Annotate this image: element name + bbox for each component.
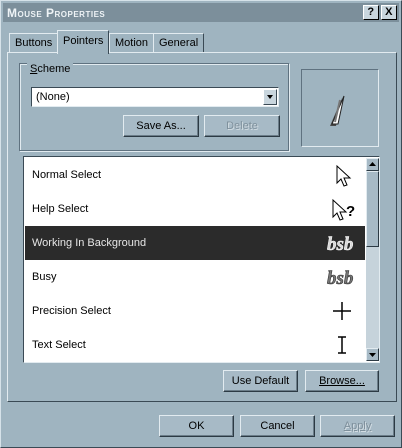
tab-pointers[interactable]: Pointers	[57, 30, 110, 54]
crosshair-cursor-icon	[333, 302, 351, 320]
tab-motion[interactable]: Motion	[109, 33, 155, 53]
tab-buttons[interactable]: Buttons	[9, 33, 59, 53]
help-cursor-icon: ?	[332, 198, 355, 221]
working-in-background-cursor-icon	[330, 95, 345, 126]
svg-text:bsb: bsb	[327, 268, 353, 289]
cursor-preview	[301, 69, 379, 147]
title-bar[interactable]: Mouse Properties ? X	[3, 3, 399, 22]
chevron-down-icon[interactable]	[263, 89, 277, 105]
scheme-label: Scheme	[27, 63, 74, 75]
close-button[interactable]: X	[381, 5, 397, 20]
chevron-up-icon	[369, 162, 376, 166]
list-item[interactable]: Normal Select	[25, 158, 365, 192]
browse-button[interactable]: Browse...	[305, 370, 379, 392]
use-default-button[interactable]: Use Default	[223, 370, 298, 392]
chevron-down-icon	[369, 353, 376, 357]
busy-cursor-icon: bsb	[327, 268, 354, 290]
help-button[interactable]: ?	[363, 5, 379, 20]
cancel-button[interactable]: Cancel	[240, 415, 315, 437]
svg-text:?: ?	[346, 203, 355, 220]
svg-text:bsb: bsb	[327, 234, 353, 255]
list-item[interactable]: Help Select ?	[25, 192, 365, 226]
apply-button[interactable]: Apply	[320, 415, 395, 437]
scheme-groupbox	[19, 63, 289, 151]
scheme-select[interactable]: (None)	[31, 87, 279, 107]
working-background-cursor-icon: bsb	[327, 234, 354, 256]
save-as-button[interactable]: Save As...	[123, 115, 199, 137]
ibeam-cursor-icon	[338, 336, 346, 354]
list-scrollbar[interactable]	[366, 158, 379, 361]
delete-button[interactable]: Delete	[204, 115, 280, 137]
scroll-down-button[interactable]	[366, 348, 379, 361]
list-item-selected[interactable]: Working In Background bsb	[25, 226, 365, 260]
list-item[interactable]: Busy bsb	[25, 260, 365, 294]
list-item[interactable]: Precision Select	[25, 294, 365, 328]
scroll-thumb[interactable]	[366, 171, 379, 247]
ok-button[interactable]: OK	[159, 415, 234, 437]
window-title: Mouse Properties	[7, 6, 106, 20]
arrow-cursor-icon	[336, 164, 352, 187]
mouse-properties-window: Mouse Properties ? X Buttons Pointers Mo…	[0, 0, 402, 448]
scheme-select-value: (None)	[36, 91, 70, 103]
tab-general[interactable]: General	[153, 33, 205, 53]
list-item[interactable]: Text Select	[25, 328, 365, 362]
scroll-up-button[interactable]	[366, 158, 379, 171]
pointer-list[interactable]: Normal Select Help Select ? Working In B…	[23, 156, 380, 363]
